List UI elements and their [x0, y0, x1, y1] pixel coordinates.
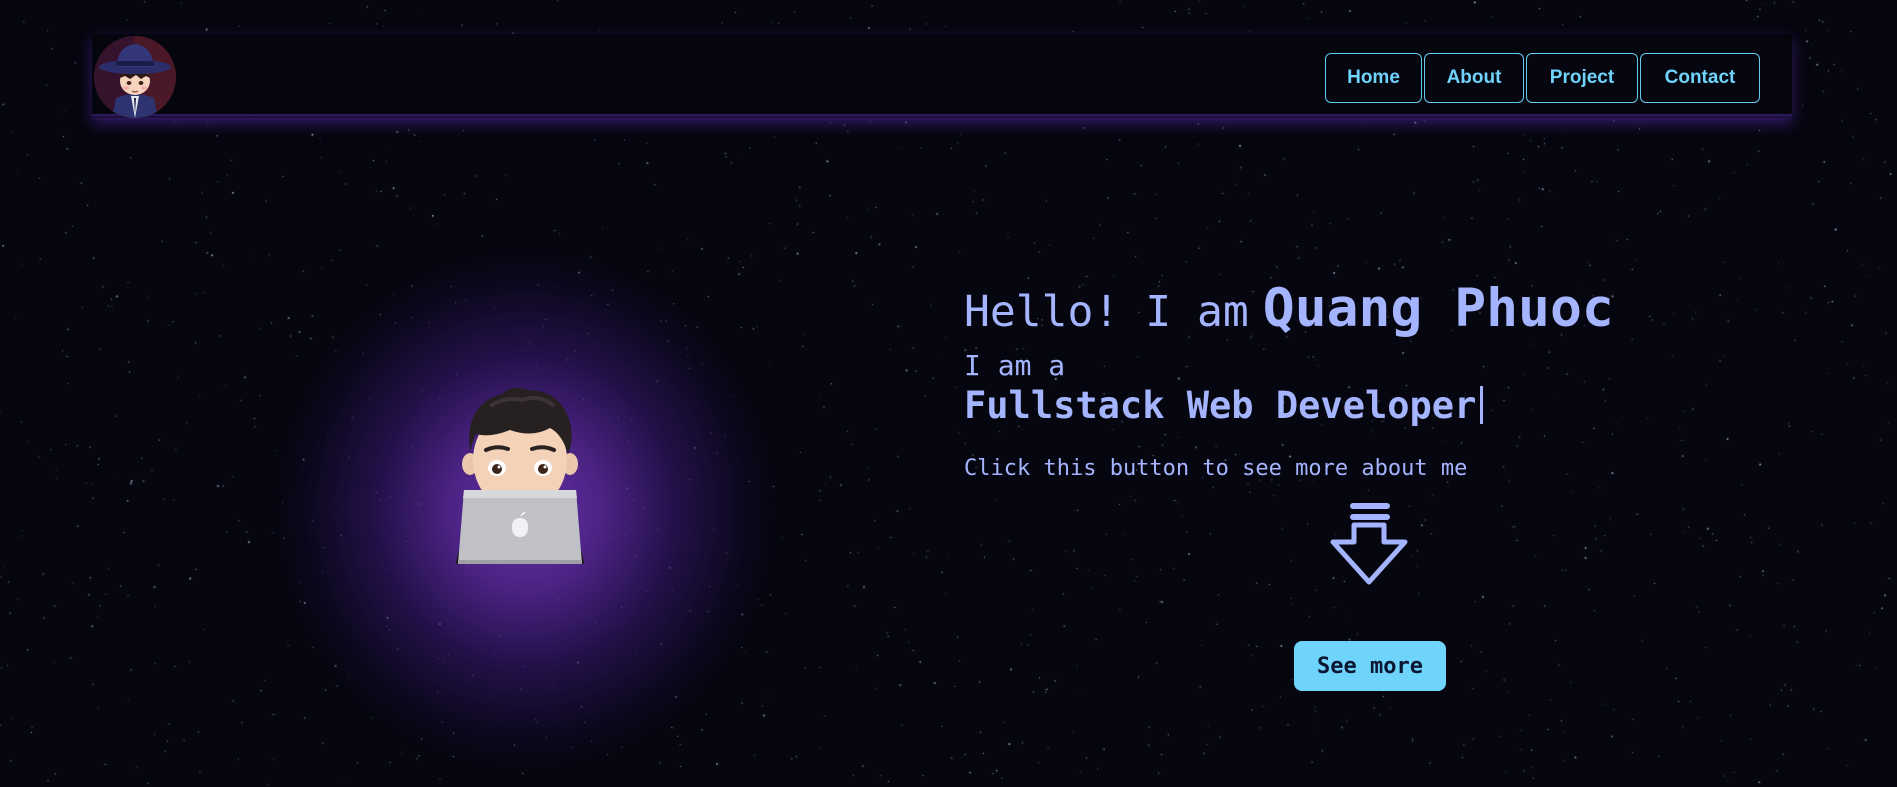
greeting-prefix: Hello! I am — [964, 287, 1249, 337]
role-title: Fullstack Web Developer — [964, 384, 1477, 427]
developer-name: Quang Phuoc — [1262, 278, 1614, 339]
nav-project-link[interactable]: Project — [1526, 53, 1638, 103]
nav-contact-link[interactable]: Contact — [1640, 53, 1760, 103]
page: Home About Project Contact Hello! I am Q… — [0, 0, 1897, 787]
memoji-laptop-avatar-icon — [450, 382, 590, 564]
role-line: Fullstack Web Developer — [964, 384, 1484, 427]
down-arrow-icon — [1326, 500, 1412, 588]
role-prefix: I am a — [964, 349, 1066, 382]
see-more-button[interactable]: See more — [1294, 641, 1446, 691]
see-more-hint: Click this button to see more about me — [964, 456, 1468, 481]
header-glow — [92, 114, 1792, 120]
main-nav: Home About Project Contact — [1325, 53, 1760, 103]
typing-cursor — [1480, 386, 1484, 424]
nav-home-link[interactable]: Home — [1325, 53, 1422, 103]
logo-avatar-icon[interactable] — [94, 36, 176, 118]
greeting-heading: Hello! I am Quang Phuoc — [964, 278, 1614, 339]
nav-about-link[interactable]: About — [1424, 53, 1524, 103]
